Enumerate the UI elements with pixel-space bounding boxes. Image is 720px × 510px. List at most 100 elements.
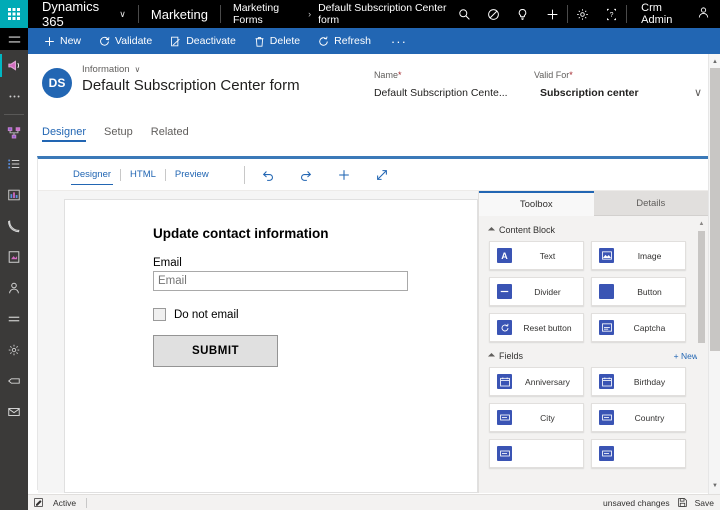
divider xyxy=(244,166,245,184)
toolbox-item-button[interactable]: Button xyxy=(591,277,686,306)
designer-mode-designer[interactable]: Designer xyxy=(64,169,120,180)
help-icon[interactable]: ? xyxy=(597,0,626,28)
toolbox-scrollbar-thumb[interactable] xyxy=(698,231,705,343)
form-canvas-area: Update contact information Email Do not … xyxy=(38,191,478,493)
rail-item-contacts-icon[interactable] xyxy=(0,272,28,303)
form-selector-label: Information xyxy=(82,64,130,75)
valid-for-field[interactable]: Valid For* Subscription center xyxy=(534,70,694,99)
trash-icon xyxy=(254,36,265,47)
name-label-text: Name xyxy=(374,70,398,80)
content-block-title-text: Content Block xyxy=(499,225,555,235)
status-bar: Active unsaved changes Save xyxy=(28,494,720,510)
valid-for-field-label: Valid For* xyxy=(534,70,694,80)
scroll-down-arrow-icon[interactable]: ▼ xyxy=(709,480,720,492)
divider-icon xyxy=(497,284,512,299)
redo-button[interactable] xyxy=(287,159,325,191)
designer-mode-html[interactable]: HTML xyxy=(121,169,165,180)
deactivate-button[interactable]: Deactivate xyxy=(162,28,244,54)
undo-button[interactable] xyxy=(249,159,287,191)
designer-mode-preview[interactable]: Preview xyxy=(166,169,218,180)
name-field[interactable]: Name* Default Subscription Cente... xyxy=(374,70,534,99)
tab-setup[interactable]: Setup xyxy=(104,126,133,142)
toolbox-item-image[interactable]: Image xyxy=(591,241,686,270)
save-icon[interactable] xyxy=(678,498,687,507)
new-button[interactable]: New xyxy=(36,28,89,54)
divider xyxy=(86,498,87,508)
name-field-value: Default Subscription Cente... xyxy=(374,87,534,99)
save-label[interactable]: Save xyxy=(695,498,714,508)
toolbox-field-city[interactable]: City xyxy=(489,403,584,432)
button-icon xyxy=(599,284,614,299)
submit-button[interactable]: SUBMIT xyxy=(153,335,278,367)
tab-related[interactable]: Related xyxy=(151,126,189,142)
toolbox-item-reset-button[interactable]: Reset button xyxy=(489,313,584,342)
section-header-content-block[interactable]: Content Block xyxy=(489,225,698,235)
rail-item-customer-journey-icon[interactable] xyxy=(0,117,28,148)
form-canvas[interactable]: Update contact information Email Do not … xyxy=(64,199,478,493)
rail-item-marketing-forms-icon[interactable] xyxy=(0,148,28,179)
search-icon[interactable] xyxy=(450,0,479,28)
toolbox-item-label: Text xyxy=(518,251,583,261)
toolbox-field-partial-2[interactable] xyxy=(591,439,686,468)
email-input[interactable] xyxy=(153,271,408,291)
rail-item-settings-icon[interactable] xyxy=(0,334,28,365)
required-marker: * xyxy=(398,70,402,80)
rail-item-phone-icon[interactable] xyxy=(0,210,28,241)
section-header-fields[interactable]: Fields + New xyxy=(489,351,698,361)
toolbox-field-partial-1[interactable] xyxy=(489,439,584,468)
toolbox-field-anniversary[interactable]: Anniversary xyxy=(489,367,584,396)
command-bar: New Validate Deactivate Delete Refresh xyxy=(28,28,720,54)
form-selector[interactable]: Information ∨ xyxy=(82,64,300,75)
toolbox-item-label: Birthday xyxy=(620,377,685,387)
tab-toolbox[interactable]: Toolbox xyxy=(479,191,594,216)
new-field-link[interactable]: + New xyxy=(674,351,698,361)
rail-item-segments-icon[interactable] xyxy=(0,303,28,334)
page-scrollbar[interactable]: ▲ ▼ xyxy=(708,54,720,494)
validate-button[interactable]: Validate xyxy=(91,28,160,54)
rail-item-marketing-app-icon[interactable] xyxy=(0,50,28,81)
refresh-button[interactable]: Refresh xyxy=(310,28,379,54)
brand-label: Dynamics 365 xyxy=(42,0,112,29)
fullscreen-button[interactable] xyxy=(363,159,401,191)
text-field-icon xyxy=(599,446,614,461)
toolbox-scrollbar[interactable]: ▲ xyxy=(697,219,706,491)
brand-dynamics-365[interactable]: Dynamics 365 ∨ xyxy=(28,0,138,28)
plus-icon xyxy=(44,36,55,47)
do-not-email-row[interactable]: Do not email xyxy=(153,308,477,321)
rail-item-recently-used-icon[interactable] xyxy=(0,81,28,112)
hamburger-menu-icon[interactable] xyxy=(0,28,28,50)
tab-designer[interactable]: Designer xyxy=(42,126,86,142)
settings-gear-icon[interactable] xyxy=(568,0,597,28)
header-expand-chevron-down-icon[interactable]: ∨ xyxy=(694,70,706,99)
do-not-email-checkbox[interactable] xyxy=(153,308,166,321)
page-scrollbar-thumb[interactable] xyxy=(710,68,720,351)
toolbox-item-captcha[interactable]: Captcha xyxy=(591,313,686,342)
scroll-up-arrow-icon[interactable]: ▲ xyxy=(709,56,720,68)
toolbox-item-divider[interactable]: Divider xyxy=(489,277,584,306)
tab-details[interactable]: Details xyxy=(594,191,709,216)
scroll-up-arrow-icon[interactable]: ▲ xyxy=(697,219,706,229)
toolbox-field-birthday[interactable]: Birthday xyxy=(591,367,686,396)
toolbox-item-text[interactable]: A Text xyxy=(489,241,584,270)
waffle-icon[interactable] xyxy=(0,0,28,28)
text-field-icon xyxy=(497,410,512,425)
rail-item-dashboards-icon[interactable] xyxy=(0,179,28,210)
advanced-find-icon[interactable] xyxy=(479,0,508,28)
edit-icon[interactable] xyxy=(34,498,43,507)
content-block-grid: A Text Image xyxy=(489,241,698,342)
command-overflow-button[interactable]: ··· xyxy=(381,34,417,49)
quick-create-icon[interactable] xyxy=(537,0,566,28)
toolbox-field-country[interactable]: Country xyxy=(591,403,686,432)
rail-item-email-icon[interactable] xyxy=(0,396,28,427)
rail-item-marketing-pages-icon[interactable] xyxy=(0,241,28,272)
app-name-label[interactable]: Marketing xyxy=(139,0,220,28)
avatar: DS xyxy=(42,68,72,98)
lightbulb-icon[interactable] xyxy=(508,0,537,28)
new-button-label: New xyxy=(60,35,81,47)
breadcrumb-parent[interactable]: Marketing Forms xyxy=(233,2,301,26)
user-menu[interactable]: Crm Admin xyxy=(627,2,720,26)
toolbox-item-label: Anniversary xyxy=(518,377,583,387)
delete-button[interactable]: Delete xyxy=(246,28,308,54)
rail-item-tag-icon[interactable] xyxy=(0,365,28,396)
add-button[interactable] xyxy=(325,159,363,191)
